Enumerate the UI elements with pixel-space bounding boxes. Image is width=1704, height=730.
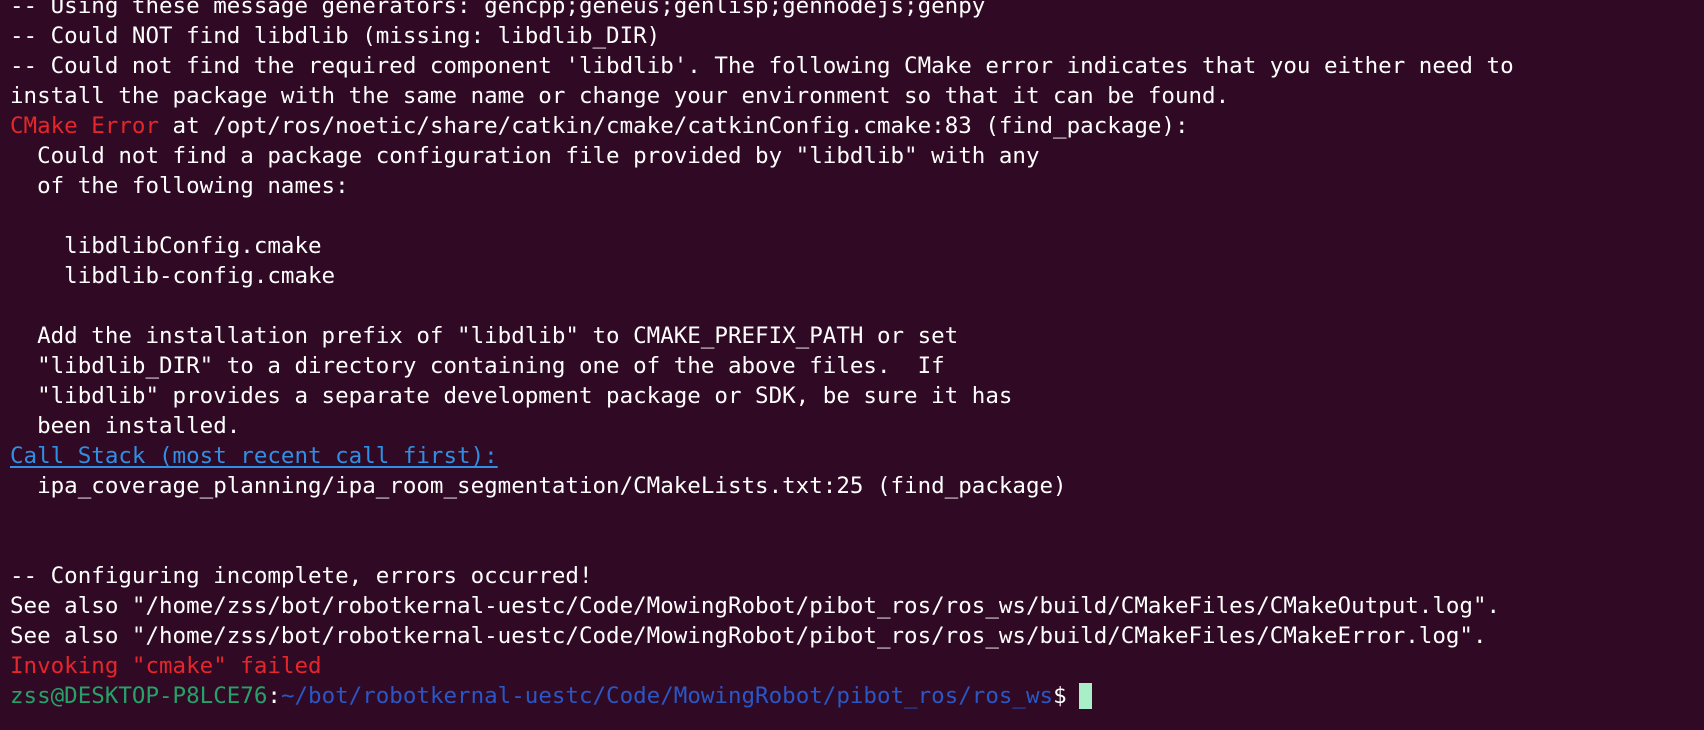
shell-prompt[interactable]: zss@DESKTOP-P8LCE76:~/bot/robotkernal-ue… [10,681,1704,711]
text-cursor[interactable] [1078,683,1092,709]
output-line: -- Configuring incomplete, errors occurr… [10,563,593,589]
output-line: Add the installation prefix of "libdlib"… [10,323,959,349]
invoking-failed-line: Invoking "cmake" failed [10,651,1704,681]
prompt-user-host: zss@DESKTOP-P8LCE76 [10,683,268,709]
cmake-error-label: CMake Error [10,113,160,139]
call-stack-link[interactable]: Call Stack (most recent call first): [10,443,498,469]
cmake-error-message: at /opt/ros/noetic/share/catkin/cmake/ca… [159,113,1189,139]
prompt-dollar: $ [1053,683,1067,709]
call-stack-line: Call Stack (most recent call first): [10,441,1704,471]
output-line: libdlib-config.cmake [10,263,336,289]
output-line: libdlibConfig.cmake [10,233,322,259]
output-line: See also "/home/zss/bot/robotkernal-uest… [10,623,1487,649]
output-line: -- Using these message generators: gencp… [10,0,986,19]
output-line: of the following names: [10,173,349,199]
prompt-path: ~/bot/robotkernal-uestc/Code/MowingRobot… [280,683,1054,709]
invoking-failed-message: Invoking "cmake" failed [10,653,322,679]
output-line: been installed. [10,413,241,439]
output-line: See also "/home/zss/bot/robotkernal-uest… [10,593,1501,619]
cmake-error-line: CMake Error at /opt/ros/noetic/share/cat… [10,111,1704,141]
prompt-colon: : [267,683,281,709]
output-line: Could not find a package configuration f… [10,143,1040,169]
output-line: -- Could not find the required component… [10,53,1514,79]
terminal-window[interactable]: -- Using these message generators: gencp… [0,0,1704,730]
output-line: install the package with the same name o… [10,83,1230,109]
output-line: "libdlib_DIR" to a directory containing … [10,353,945,379]
terminal-output: -- Using these message generators: gencp… [10,0,1704,711]
output-line: ipa_coverage_planning/ipa_room_segmentat… [10,473,1067,499]
output-line: "libdlib" provides a separate developmen… [10,383,1013,409]
output-line: -- Could NOT find libdlib (missing: libd… [10,23,661,49]
